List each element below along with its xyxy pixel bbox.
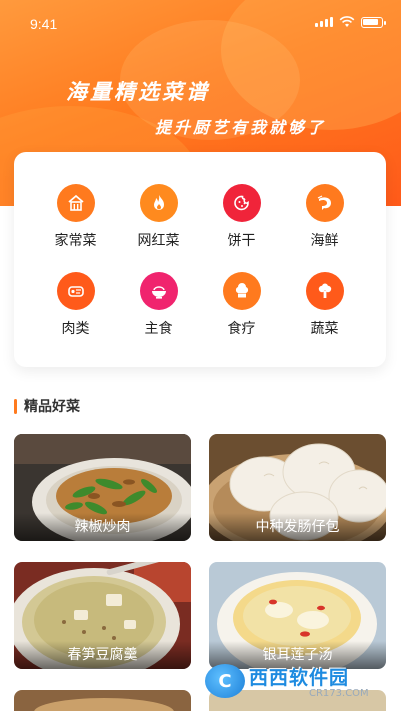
dish-photo — [14, 690, 191, 711]
broccoli-icon — [305, 272, 344, 310]
category-card: 家常菜 网红菜 饼干 海鲜 肉类 主食 食疗 蔬菜 — [14, 152, 386, 367]
status-time: 9:41 — [30, 16, 58, 32]
category-label: 食疗 — [227, 321, 256, 337]
category-grid: 家常菜 网红菜 饼干 海鲜 肉类 主食 食疗 蔬菜 — [34, 184, 366, 338]
dish-card[interactable]: 银耳莲子汤 — [209, 562, 386, 669]
category-item-trending[interactable]: 网红菜 — [117, 184, 200, 250]
hero-slogan-main: 海量精选菜谱 — [66, 80, 210, 104]
dish-name: 辣椒炒肉 — [14, 513, 191, 541]
hero-slogan-sub: 提升厨艺有我就够了 — [155, 118, 327, 137]
category-item-staple[interactable]: 主食 — [117, 272, 200, 338]
category-item-cookies[interactable]: 饼干 — [200, 184, 283, 250]
section-accent-bar — [14, 398, 17, 414]
category-label: 饼干 — [227, 233, 256, 249]
dish-name: 中种发肠仔包 — [209, 513, 386, 541]
category-label: 主食 — [144, 321, 173, 337]
category-item-vegetables[interactable]: 蔬菜 — [283, 272, 366, 338]
category-item-diet-therapy[interactable]: 食疗 — [200, 272, 283, 338]
dish-card[interactable]: 春笋豆腐羹 — [14, 562, 191, 669]
category-label: 家常菜 — [54, 233, 97, 249]
battery-icon — [361, 16, 386, 28]
category-label: 蔬菜 — [310, 321, 339, 337]
category-item-seafood[interactable]: 海鲜 — [283, 184, 366, 250]
section-title: 精品好菜 — [24, 399, 80, 415]
meat-icon — [56, 272, 95, 310]
shrimp-icon — [305, 184, 344, 222]
flame-icon — [139, 184, 178, 222]
category-label: 肉类 — [61, 321, 90, 337]
section-header: 精品好菜 — [14, 396, 80, 416]
dish-card[interactable] — [14, 690, 191, 711]
dish-card[interactable]: 中种发肠仔包 — [209, 434, 386, 541]
chef-hat-icon — [222, 272, 261, 310]
status-bar: 9:41 — [0, 0, 401, 44]
watermark-text: 西西软件园 CR173.COM — [249, 663, 369, 699]
home-icon — [56, 184, 95, 222]
watermark-logo-icon: C — [205, 664, 245, 698]
watermark-sub-text: CR173.COM — [309, 688, 369, 699]
signal-icon — [315, 17, 333, 27]
dish-card[interactable]: 辣椒炒肉 — [14, 434, 191, 541]
dish-name: 春笋豆腐羹 — [14, 641, 191, 669]
watermark: C 西西软件园 CR173.COM — [205, 662, 385, 700]
category-item-meat[interactable]: 肉类 — [34, 272, 117, 338]
category-label: 网红菜 — [137, 233, 180, 249]
category-item-home-cooking[interactable]: 家常菜 — [34, 184, 117, 250]
status-icons — [315, 16, 386, 28]
cookie-icon — [222, 184, 261, 222]
category-label: 海鲜 — [310, 233, 339, 249]
wifi-icon — [339, 16, 355, 27]
watermark-main-text: 西西软件园 — [249, 667, 350, 689]
rice-bowl-icon — [139, 272, 178, 310]
